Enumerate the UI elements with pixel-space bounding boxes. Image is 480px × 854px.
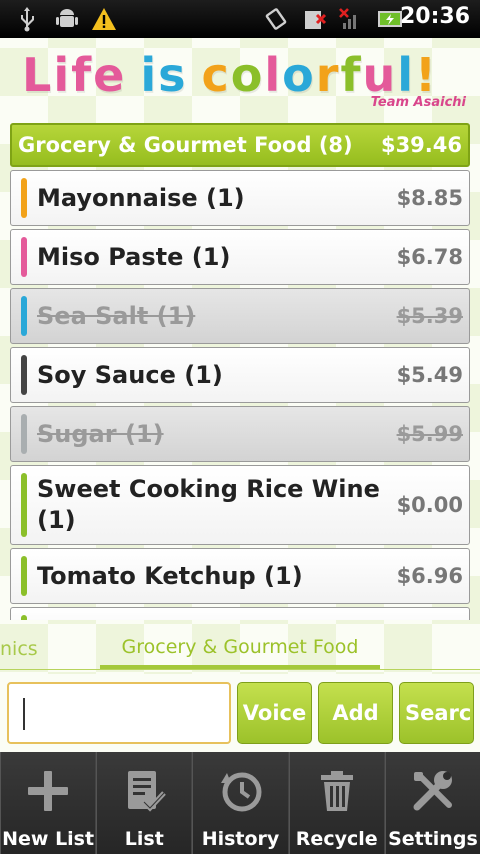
plus-icon (25, 768, 71, 814)
status-bar: 20:36 (0, 0, 480, 38)
list-item[interactable]: Sea Salt (1) $5.39 (10, 288, 470, 344)
list-item[interactable]: Miso Paste (1) $6.78 (10, 229, 470, 285)
list-item[interactable]: Mayonnaise (1) $8.85 (10, 170, 470, 226)
recycle-button[interactable]: Recycle (288, 752, 384, 854)
item-color-marker (21, 414, 27, 454)
title-letter: L (22, 48, 54, 102)
category-total: $39.46 (380, 133, 462, 157)
input-row: Voice Add Searc (0, 674, 480, 752)
title-letter: r (315, 48, 341, 102)
list-label: List (124, 828, 164, 850)
app-subtitle: Team Asaichi (370, 95, 466, 110)
settings-label: Settings (388, 828, 478, 850)
item-name: Mayonnaise (1) (37, 183, 245, 212)
list-item[interactable]: Soy Sauce (1) $5.49 (10, 347, 470, 403)
recycle-label: Recycle (295, 828, 378, 850)
item-name: Tomato Ketchup (1) (37, 561, 303, 590)
item-name: Sugar (1) (37, 419, 164, 448)
title-letter: u (362, 48, 398, 102)
item-color-marker (21, 355, 27, 395)
list-item[interactable]: Sweet Cooking Rice Wine (1) $0.00 (10, 465, 470, 545)
list-item[interactable]: Sugar (1) $5.99 (10, 406, 470, 462)
warning-icon (90, 6, 118, 32)
no-sim-icon (302, 6, 328, 32)
title-letter: l (264, 48, 283, 102)
item-name: Soy Sauce (1) (37, 360, 223, 389)
item-color-marker (21, 178, 27, 218)
history-button[interactable]: History (192, 752, 288, 854)
item-color-marker (21, 296, 27, 336)
tools-icon (410, 768, 456, 814)
text-caret (23, 698, 25, 730)
search-button[interactable]: Searc (399, 682, 474, 744)
trash-icon (314, 768, 360, 814)
tab-divider (0, 669, 480, 670)
title-letter: c (201, 48, 231, 102)
title-letter: s (158, 48, 188, 102)
category-name: Grocery & Gourmet Food (8) (18, 133, 353, 157)
title-letter: ! (415, 48, 438, 102)
vibrate-icon (262, 6, 290, 32)
item-price: $8.85 (396, 186, 463, 210)
tab-current[interactable]: Grocery & Gourmet Food (100, 636, 380, 658)
item-price: $0.00 (396, 493, 463, 517)
bottom-toolbar: New List List History Recycle Settings (0, 752, 480, 854)
item-price: $6.78 (396, 245, 463, 269)
title-letter: o (230, 48, 265, 102)
app-banner: Life is colorful! Team Asaichi (0, 38, 480, 120)
usb-icon (14, 6, 40, 32)
item-color-marker (21, 473, 27, 537)
add-button[interactable]: Add (318, 682, 393, 744)
item-price: $5.99 (396, 422, 463, 446)
item-color-marker (21, 615, 27, 620)
title-letter: f (71, 48, 94, 102)
title-letter: o (282, 48, 316, 102)
item-price: $5.39 (396, 304, 463, 328)
item-name: Sweet Cooking Rice Wine (1) (37, 475, 380, 534)
list-item[interactable]: Tomato Ketchup (1) $6.96 (10, 548, 470, 604)
item-color-marker (21, 556, 27, 596)
item-name: Miso Paste (1) (37, 242, 231, 271)
item-price: $5.49 (396, 363, 463, 387)
clock: 20:36 (399, 4, 470, 29)
shopping-list[interactable]: Mayonnaise (1) $8.85 Miso Paste (1) $6.78 Se… (10, 170, 470, 620)
history-label: History (201, 828, 280, 850)
title-letter: e (93, 48, 127, 102)
list-button[interactable]: List (96, 752, 192, 854)
item-price: $6.96 (396, 564, 463, 588)
history-icon (218, 768, 264, 814)
item-input[interactable] (7, 682, 231, 744)
checklist-icon (121, 768, 167, 814)
title-letter: i (140, 48, 159, 102)
new-list-button[interactable]: New List (0, 752, 96, 854)
settings-button[interactable]: Settings (384, 752, 480, 854)
item-name: Sea Salt (1) (37, 301, 196, 330)
list-item[interactable] (10, 607, 470, 620)
item-color-marker (21, 237, 27, 277)
tab-previous[interactable]: nics (0, 638, 38, 660)
android-debug-icon (54, 6, 80, 32)
app-title: Life is colorful! (22, 48, 438, 102)
category-tabs[interactable]: nics Grocery & Gourmet Food (0, 628, 480, 672)
category-header[interactable]: Grocery & Gourmet Food (8) $39.46 (10, 123, 470, 167)
title-letter: i (53, 48, 72, 102)
no-signal-icon (338, 6, 364, 32)
new-list-label: New List (2, 828, 95, 850)
title-letter: f (340, 48, 363, 102)
voice-button[interactable]: Voice (237, 682, 312, 744)
title-letter: l (397, 48, 415, 102)
